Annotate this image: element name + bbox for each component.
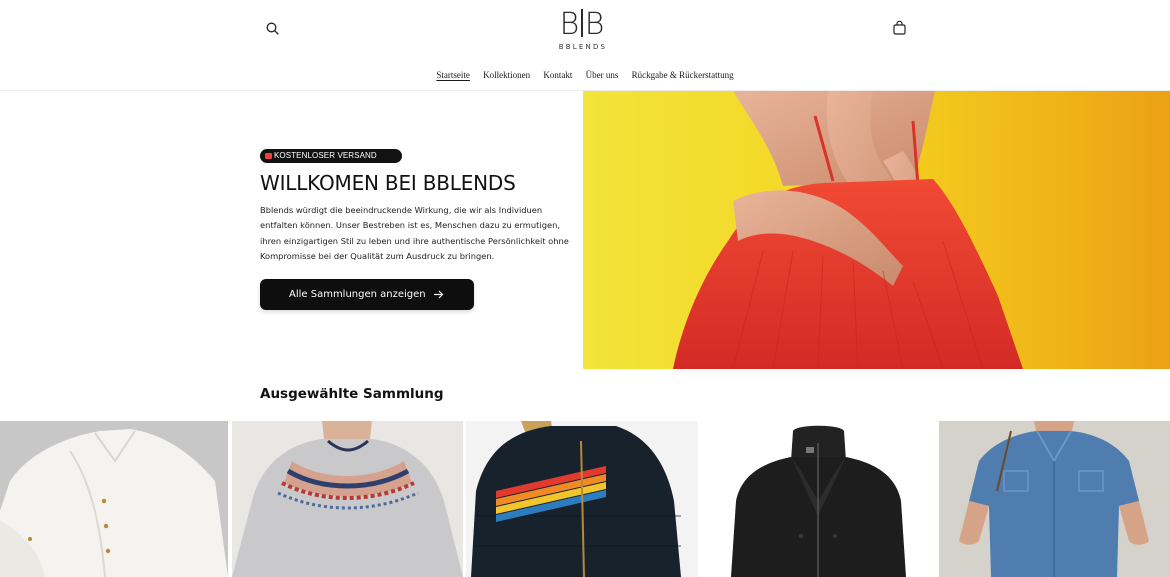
arrow-right-icon <box>434 290 444 299</box>
product-card-rainbow-puffer-jacket[interactable] <box>466 421 698 577</box>
hero-image <box>583 91 1170 369</box>
badge-label: KOSTENLOSER VERSAND <box>274 151 377 160</box>
brand-logo[interactable]: BB BBLENDS <box>551 9 613 51</box>
cart-bag-icon[interactable] <box>890 19 909 38</box>
search-icon[interactable] <box>264 20 282 38</box>
truck-icon <box>265 153 272 159</box>
featured-collection-title: Ausgewählte Sammlung <box>260 386 444 402</box>
view-all-collections-button[interactable]: Alle Sammlungen anzeigen <box>260 279 474 310</box>
nav-item-startseite[interactable]: Startseite <box>436 70 470 80</box>
hero-description: Bblends würdigt die beeindruckende Wirku… <box>260 205 569 261</box>
site-header: BB BBLENDS Startseite Kollektionen Konta… <box>0 0 1170 91</box>
free-shipping-badge: KOSTENLOSER VERSAND <box>260 149 402 163</box>
product-card-white-shirt[interactable] <box>0 421 228 577</box>
nav-item-kontakt[interactable]: Kontakt <box>543 70 572 80</box>
product-card-denim-shirt-dress[interactable] <box>939 421 1170 577</box>
nav-item-rueckgabe[interactable]: Rückgabe & Rückerstattung <box>632 70 734 80</box>
cta-label: Alle Sammlungen anzeigen <box>289 289 426 300</box>
nav-item-kollektionen[interactable]: Kollektionen <box>483 70 530 80</box>
nav-item-ueber-uns[interactable]: Über uns <box>586 70 619 80</box>
product-card-fair-isle-sweater[interactable] <box>232 421 463 577</box>
product-card-black-wool-coat[interactable] <box>701 421 935 577</box>
main-nav: Startseite Kollektionen Kontakt Über uns… <box>0 70 1170 80</box>
hero-title: WILLKOMEN BEI BBLENDS <box>260 171 516 195</box>
logo-mark: BB <box>559 7 605 42</box>
logo-wordmark: BBLENDS <box>558 43 608 51</box>
